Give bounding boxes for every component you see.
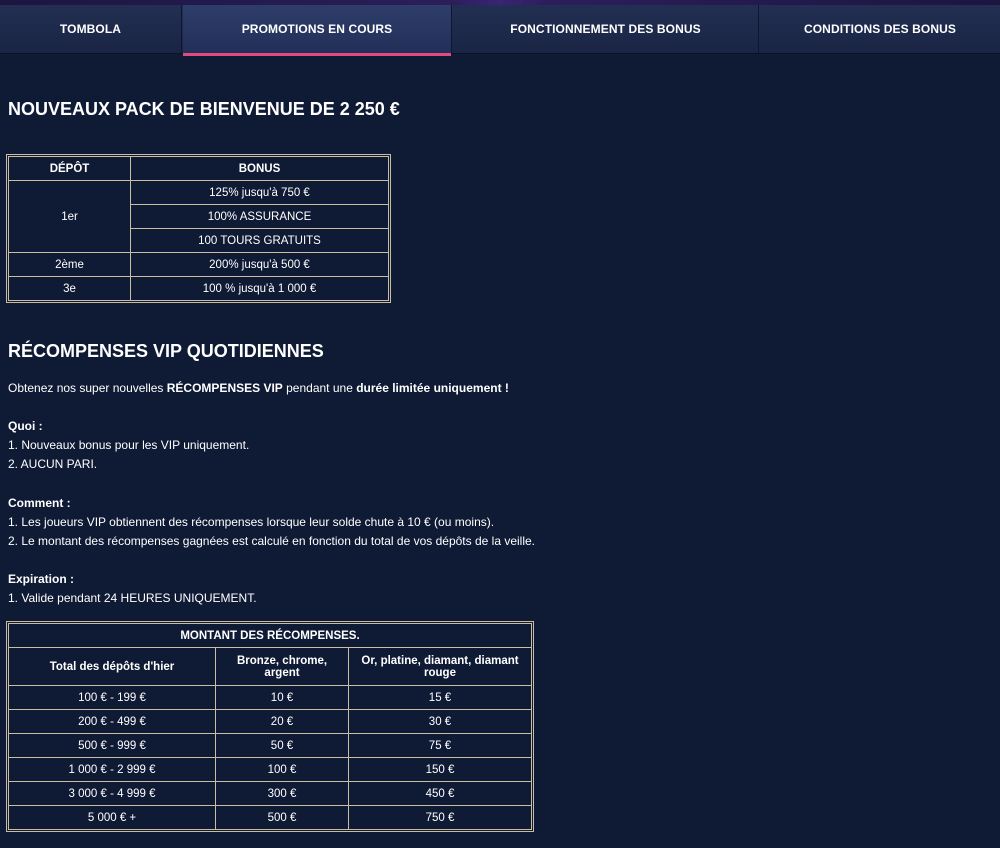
table-caption-row: MONTANT DES RÉCOMPENSES. <box>8 623 532 648</box>
deposit-range-cell: 1 000 € - 2 999 € <box>8 757 216 782</box>
table-header-row: DÉPÔT BONUS <box>8 156 389 181</box>
bronze-reward-cell: 20 € <box>215 709 349 734</box>
table-row: 1 000 € - 2 999 € 100 € 150 € <box>8 757 532 782</box>
gold-reward-cell: 15 € <box>348 685 532 710</box>
header-bonus: BONUS <box>130 156 389 181</box>
gold-reward-cell: 30 € <box>348 709 532 734</box>
gold-reward-cell: 75 € <box>348 733 532 758</box>
tab-bar: TOMBOLA PROMOTIONS EN COURS FONCTIONNEME… <box>0 5 1000 56</box>
vip-intro: Obtenez nos super nouvelles RÉCOMPENSES … <box>8 379 509 398</box>
header-deposit: DÉPÔT <box>8 156 131 181</box>
bronze-reward-cell: 100 € <box>215 757 349 782</box>
table-row: 200 € - 499 € 20 € 30 € <box>8 709 532 734</box>
bonus-cell: 100% ASSURANCE <box>130 204 389 229</box>
bonus-cell: 100 TOURS GRATUITS <box>130 228 389 253</box>
deposit-range-cell: 500 € - 999 € <box>8 733 216 758</box>
bonus-cell: 100 % jusqu'à 1 000 € <box>130 276 389 301</box>
deposit-range-cell: 5 000 € + <box>8 805 216 830</box>
deposit-cell: 2ème <box>8 252 131 277</box>
deposit-range-cell: 100 € - 199 € <box>8 685 216 710</box>
active-tab-indicator <box>183 53 451 56</box>
what-item: 1. Nouveaux bonus pour les VIP uniquemen… <box>8 438 250 452</box>
what-heading: Quoi : <box>8 417 43 436</box>
bonus-cell: 125% jusqu'à 750 € <box>130 180 389 205</box>
how-heading-text: Comment : <box>8 496 71 510</box>
header-total-deposits: Total des dépôts d'hier <box>8 647 216 686</box>
deposit-cell: 3e <box>8 276 131 301</box>
tab-promotions-en-cours[interactable]: PROMOTIONS EN COURS <box>183 5 452 56</box>
how-item: 2. Le montant des récompenses gagnées es… <box>8 534 536 548</box>
table-row: 500 € - 999 € 50 € 75 € <box>8 733 532 758</box>
tab-conditions-des-bonus[interactable]: CONDITIONS DES BONUS <box>760 5 1000 53</box>
expiry-heading-text: Expiration : <box>8 572 75 586</box>
header-gold-tier: Or, platine, diamant, diamant rouge <box>348 647 532 686</box>
intro-bold: durée limitée uniquement ! <box>356 381 509 395</box>
header-bronze-tier: Bronze, chrome, argent <box>215 647 349 686</box>
intro-text: Obtenez nos super nouvelles <box>8 381 167 395</box>
bronze-reward-cell: 50 € <box>215 733 349 758</box>
table-row: 3e 100 % jusqu'à 1 000 € <box>8 276 389 301</box>
expiry-item: 1. Valide pendant 24 HEURES UNIQUEMENT. <box>8 591 257 605</box>
tab-label: PROMOTIONS EN COURS <box>241 22 393 36</box>
how-item: 1. Les joueurs VIP obtiennent des récomp… <box>8 515 495 529</box>
rewards-amount-table: MONTANT DES RÉCOMPENSES. Total des dépôt… <box>6 621 534 832</box>
deposit-cell: 1er <box>8 180 131 253</box>
rewards-caption: MONTANT DES RÉCOMPENSES. <box>8 623 532 648</box>
what-heading-text: Quoi : <box>8 419 43 433</box>
bronze-reward-cell: 300 € <box>215 781 349 806</box>
welcome-pack-title: NOUVEAUX PACK DE BIENVENUE DE 2 250 € <box>8 99 400 119</box>
deposit-range-cell: 200 € - 499 € <box>8 709 216 734</box>
vip-rewards-title: RÉCOMPENSES VIP QUOTIDIENNES <box>8 341 324 361</box>
table-row: 3 000 € - 4 999 € 300 € 450 € <box>8 781 532 806</box>
what-item: 2. AUCUN PARI. <box>8 457 98 471</box>
table-row: 100 € - 199 € 10 € 15 € <box>8 685 532 710</box>
gold-reward-cell: 150 € <box>348 757 532 782</box>
how-heading: Comment : <box>8 494 71 513</box>
welcome-bonus-table: DÉPÔT BONUS 1er 125% jusqu'à 750 € 100% … <box>6 154 391 303</box>
gold-reward-cell: 450 € <box>348 781 532 806</box>
table-row: 1er 125% jusqu'à 750 € <box>8 180 389 253</box>
table-row: 5 000 € + 500 € 750 € <box>8 805 532 830</box>
intro-bold: RÉCOMPENSES VIP <box>166 381 283 395</box>
intro-text: pendant une <box>282 381 357 395</box>
table-header-row: Total des dépôts d'hier Bronze, chrome, … <box>8 647 532 686</box>
bonus-cell: 200% jusqu'à 500 € <box>130 252 389 277</box>
tab-fonctionnement-des-bonus[interactable]: FONCTIONNEMENT DES BONUS <box>453 5 759 53</box>
bronze-reward-cell: 10 € <box>215 685 349 710</box>
expiry-heading: Expiration : <box>8 570 74 589</box>
table-row: 2ème 200% jusqu'à 500 € <box>8 252 389 277</box>
tab-tombola[interactable]: TOMBOLA <box>0 5 182 53</box>
bronze-reward-cell: 500 € <box>215 805 349 830</box>
deposit-range-cell: 3 000 € - 4 999 € <box>8 781 216 806</box>
gold-reward-cell: 750 € <box>348 805 532 830</box>
